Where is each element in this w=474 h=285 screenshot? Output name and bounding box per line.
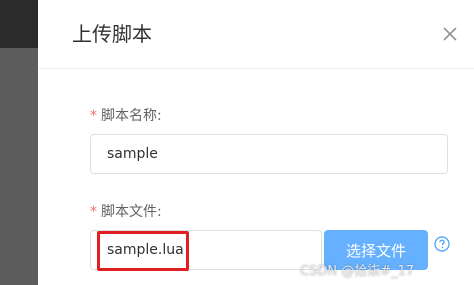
- watermark-text: CSDN @拾柒#_17: [300, 264, 415, 279]
- backdrop-header: [0, 0, 38, 48]
- required-mark: *: [90, 204, 97, 220]
- script-file-label-text: 脚本文件:: [101, 204, 162, 220]
- script-name-label: * 脚本名称:: [90, 106, 162, 126]
- script-file-input[interactable]: [91, 231, 321, 269]
- script-file-label: * 脚本文件:: [90, 202, 162, 222]
- script-name-field[interactable]: [90, 134, 448, 174]
- close-icon[interactable]: [440, 24, 460, 44]
- modal-backdrop[interactable]: [0, 0, 38, 285]
- upload-script-dialog: 上传脚本 *脚本名称: *脚本文件: 选择文件: [38, 0, 474, 285]
- script-name-label-text: 脚本名称:: [101, 108, 162, 124]
- required-mark: *: [90, 108, 97, 124]
- header-divider: [38, 68, 474, 69]
- script-name-input[interactable]: [91, 135, 447, 173]
- question-circle-icon[interactable]: [434, 236, 450, 252]
- script-file-field[interactable]: [90, 230, 322, 270]
- dialog-title: 上传脚本: [72, 22, 152, 46]
